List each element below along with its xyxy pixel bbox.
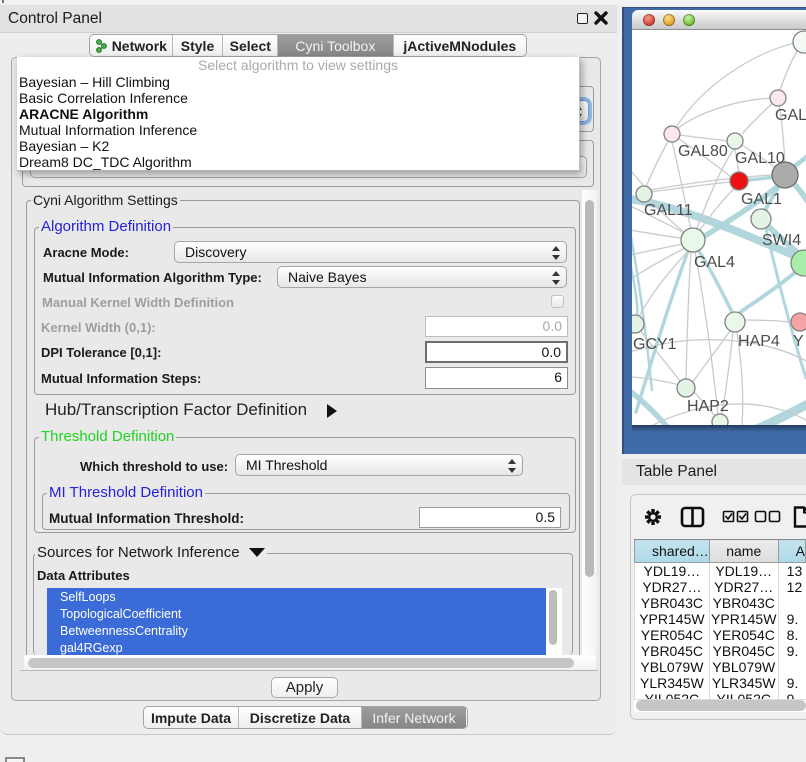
svg-text:GAL11: GAL11 [644,202,693,219]
svg-text:GAL80: GAL80 [678,143,728,160]
svg-text:GAL10: GAL10 [735,150,785,167]
svg-text:HAP4: HAP4 [738,333,780,350]
svg-text:GAL1: GAL1 [741,191,782,208]
svg-text:Y: Y [793,333,804,350]
svg-text:HAP2: HAP2 [687,398,729,415]
svg-text:SWI4: SWI4 [762,232,801,249]
svg-text:GAL7: GAL7 [775,107,806,124]
svg-text:GAL4: GAL4 [694,254,735,271]
svg-text:GCY1: GCY1 [633,336,677,353]
